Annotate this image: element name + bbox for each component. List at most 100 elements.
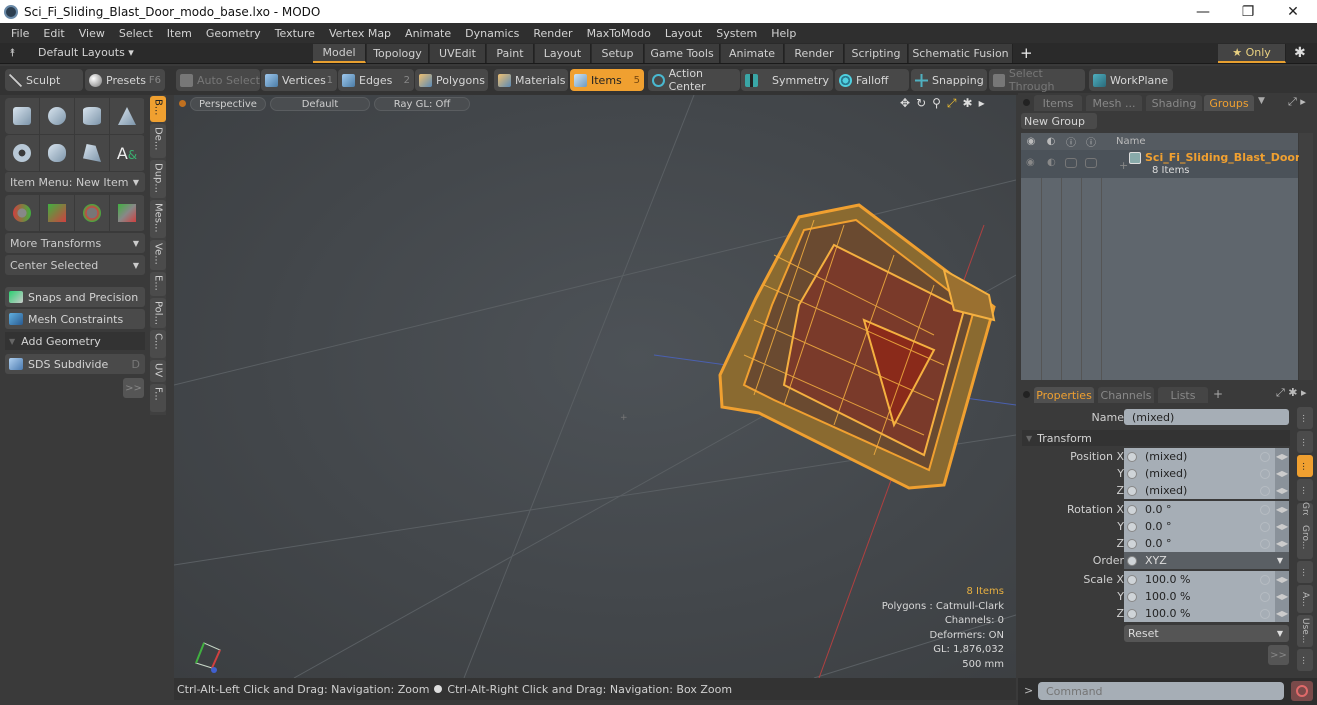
- only-favorites-button[interactable]: ★ Only: [1218, 44, 1286, 63]
- expand-plus-icon[interactable]: +: [1119, 159, 1128, 172]
- rvtab-4[interactable]: ...: [1297, 479, 1313, 501]
- expand-more-button[interactable]: >>: [1268, 645, 1289, 665]
- vtab-duplicate[interactable]: Dup...: [150, 160, 166, 198]
- sphere-tool-button[interactable]: [40, 98, 75, 134]
- auto-select-button[interactable]: Auto Select: [176, 69, 260, 91]
- pen-tool-button[interactable]: [75, 135, 110, 171]
- menu-layout[interactable]: Layout: [658, 27, 709, 40]
- item-menu-dropdown[interactable]: Item Menu: New Item ▼: [5, 172, 145, 192]
- 3d-viewport[interactable]: Perspective Default Ray GL: Off ✥ ↻ ⚲ ⤢ …: [174, 95, 1016, 678]
- tab-model[interactable]: Model: [313, 44, 366, 63]
- select-through-button[interactable]: Select Through: [989, 67, 1085, 93]
- action-center-button[interactable]: Action Center: [648, 67, 740, 93]
- spinner-handle[interactable]: ◀▶: [1275, 448, 1289, 465]
- keyframe-dot-icon[interactable]: [1127, 555, 1137, 566]
- keyframe-dot-icon[interactable]: [1127, 591, 1137, 602]
- spinner-handle[interactable]: ◀▶: [1275, 588, 1289, 605]
- row-visibility-icon[interactable]: ◉: [1026, 157, 1035, 168]
- menu-vertex-map[interactable]: Vertex Map: [322, 27, 398, 40]
- scale-x-field[interactable]: 100.0 % ◀▶: [1124, 571, 1289, 588]
- tab-layout[interactable]: Layout: [535, 44, 591, 63]
- add-tab-button[interactable]: +: [1213, 387, 1223, 401]
- falloff-button[interactable]: Falloff: [835, 69, 909, 91]
- rotate-tool-button[interactable]: [40, 195, 75, 231]
- default-layouts-dropdown[interactable]: Default Layouts ▾: [38, 46, 134, 59]
- tab-scripting[interactable]: Scripting: [845, 44, 908, 63]
- scale-tool-button[interactable]: [75, 195, 110, 231]
- name-field[interactable]: (mixed): [1124, 409, 1289, 425]
- keyframe-dot-icon[interactable]: [1127, 538, 1137, 549]
- menu-maxtomodo[interactable]: MaxToModo: [580, 27, 658, 40]
- tab-lists[interactable]: Lists: [1158, 387, 1208, 403]
- reset-dropdown[interactable]: Reset ▼: [1124, 625, 1289, 642]
- symmetry-button[interactable]: Symmetry: [741, 69, 833, 91]
- menu-help[interactable]: Help: [764, 27, 803, 40]
- keyframe-dot-icon[interactable]: [1127, 504, 1137, 515]
- rvtab-2[interactable]: ...: [1297, 431, 1313, 453]
- vtab-basic[interactable]: B...: [150, 96, 166, 122]
- mesh-constraints-button[interactable]: Mesh Constraints: [5, 309, 145, 329]
- move-tool-button[interactable]: [5, 195, 40, 231]
- row-render-icon[interactable]: ◐: [1047, 157, 1056, 168]
- expand-more-button[interactable]: >>: [123, 378, 144, 398]
- rvtab-3[interactable]: ...: [1297, 455, 1313, 477]
- tab-topology[interactable]: Topology: [367, 44, 429, 63]
- tab-uvedit[interactable]: UVEdit: [430, 44, 486, 63]
- name-column-header[interactable]: Name: [1116, 136, 1146, 147]
- tab-setup[interactable]: Setup: [592, 44, 644, 63]
- rotation-z-field[interactable]: 0.0 ° ◀▶: [1124, 535, 1289, 552]
- vertices-button[interactable]: Vertices 1: [261, 69, 337, 91]
- row-select-toggle[interactable]: [1085, 158, 1097, 168]
- spinner-handle[interactable]: ◀▶: [1275, 482, 1289, 499]
- spinner-handle[interactable]: ◀▶: [1275, 501, 1289, 518]
- tab-properties[interactable]: Properties: [1034, 387, 1094, 403]
- rvtab-6[interactable]: ...: [1297, 561, 1313, 583]
- vtab-curve[interactable]: C...: [150, 330, 166, 358]
- blast-door-mesh[interactable]: [718, 203, 996, 490]
- lock-column-icon[interactable]: ⓘ: [1061, 134, 1081, 149]
- materials-button[interactable]: Materials: [494, 69, 568, 91]
- spinner-handle[interactable]: ◀▶: [1275, 535, 1289, 552]
- snapping-button[interactable]: Snapping: [911, 69, 987, 91]
- more-transforms-dropdown[interactable]: More Transforms ▼: [5, 233, 145, 253]
- tab-channels[interactable]: Channels: [1098, 387, 1154, 403]
- gear-icon[interactable]: ✱: [1294, 45, 1306, 61]
- sculpt-button[interactable]: Sculpt: [5, 69, 83, 91]
- menu-select[interactable]: Select: [112, 27, 160, 40]
- spinner-handle[interactable]: ◀▶: [1275, 518, 1289, 535]
- position-y-field[interactable]: (mixed) ◀▶: [1124, 465, 1289, 482]
- minimize-button[interactable]: —: [1180, 0, 1226, 23]
- add-layout-button[interactable]: +: [1020, 44, 1033, 62]
- keyframe-dot-icon[interactable]: [1127, 451, 1137, 462]
- position-x-field[interactable]: (mixed) ◀▶: [1124, 448, 1289, 465]
- panel-options-icon[interactable]: [1023, 99, 1030, 106]
- select-column-icon[interactable]: ⓘ: [1081, 134, 1101, 149]
- menu-texture[interactable]: Texture: [268, 27, 322, 40]
- panel-maximize-icon[interactable]: ⤢ ✱ ▸: [1276, 386, 1307, 400]
- rvtab-1[interactable]: ...: [1297, 407, 1313, 429]
- spinner-handle[interactable]: ◀▶: [1275, 571, 1289, 588]
- restore-button[interactable]: ❐: [1225, 0, 1271, 23]
- menu-edit[interactable]: Edit: [36, 27, 71, 40]
- vtab-fusion[interactable]: F...: [150, 384, 166, 412]
- spinner-handle[interactable]: ◀▶: [1275, 605, 1289, 622]
- scale-y-field[interactable]: 100.0 % ◀▶: [1124, 588, 1289, 605]
- spinner-handle[interactable]: ◀▶: [1275, 465, 1289, 482]
- menu-system[interactable]: System: [709, 27, 764, 40]
- cone-tool-button[interactable]: [110, 98, 145, 134]
- close-button[interactable]: ✕: [1270, 0, 1316, 23]
- polygons-button[interactable]: Polygons: [415, 69, 488, 91]
- menu-view[interactable]: View: [72, 27, 112, 40]
- rotation-x-field[interactable]: 0.0 ° ◀▶: [1124, 501, 1289, 518]
- rotation-y-field[interactable]: 0.0 ° ◀▶: [1124, 518, 1289, 535]
- visibility-column-icon[interactable]: ◉: [1021, 136, 1041, 147]
- panel-options-icon[interactable]: [1023, 391, 1030, 398]
- transform-tool-button[interactable]: [110, 195, 145, 231]
- vtab-edge[interactable]: E...: [150, 272, 166, 296]
- tab-paint[interactable]: Paint: [487, 44, 534, 63]
- snaps-and-precision-button[interactable]: Snaps and Precision: [5, 287, 145, 307]
- rvtab-a[interactable]: A...: [1297, 585, 1313, 613]
- scale-z-field[interactable]: 100.0 % ◀▶: [1124, 605, 1289, 622]
- capsule-tool-button[interactable]: [40, 135, 75, 171]
- edges-button[interactable]: Edges 2: [338, 69, 414, 91]
